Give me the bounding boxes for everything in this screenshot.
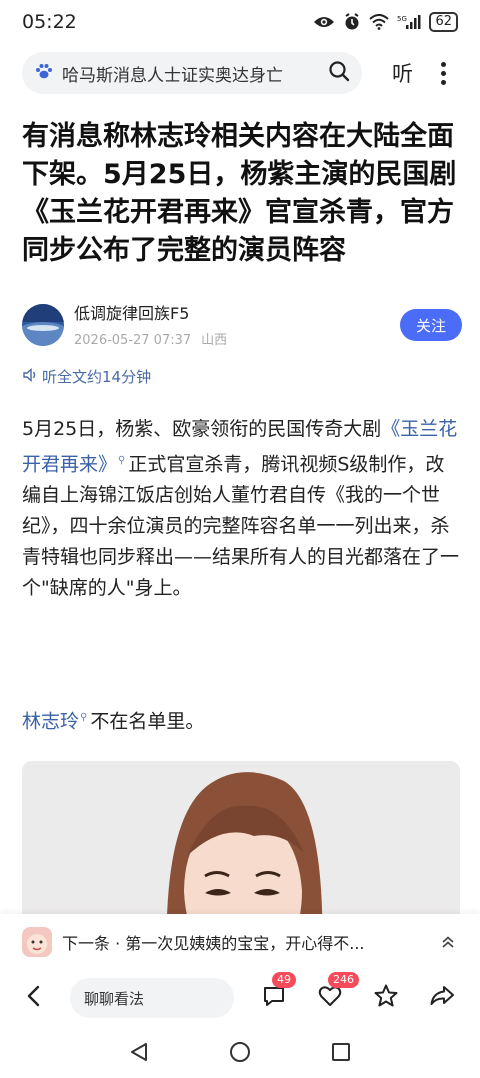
search-box[interactable]: 哈马斯消息人士证实奥达身亡 — [22, 52, 362, 94]
alarm-icon — [343, 13, 361, 31]
publish-date: 2026-05-27 07:37 — [74, 332, 192, 348]
next-thumbnail — [22, 927, 52, 957]
article-paragraph: 5月25日，杨紫、欧豪领衔的民国传奇大剧《玉兰花开君再来》⚲ 正式官宣杀青，腾讯视… — [22, 414, 462, 604]
listen-full-article[interactable]: 听全文约14分钟 — [22, 366, 151, 387]
author-info: 低调旋律回族F5 2026-05-27 07:37 山西 — [74, 303, 400, 348]
favorite-button[interactable] — [370, 982, 402, 1014]
search-icon[interactable]: ⚲ — [118, 455, 125, 466]
avatar[interactable] — [22, 304, 64, 346]
share-button[interactable] — [426, 982, 458, 1014]
comment-count-badge: 49 — [272, 972, 296, 988]
system-nav-bar — [0, 1030, 480, 1078]
para2-text: 不在名单里。 — [90, 710, 205, 733]
person-link[interactable]: 林志玲 — [22, 710, 79, 732]
publish-location: 山西 — [201, 332, 228, 348]
author-meta: 2026-05-27 07:37 山西 — [74, 329, 400, 348]
status-time: 05:22 — [22, 11, 77, 33]
more-dot — [440, 61, 446, 67]
eye-icon — [313, 15, 335, 29]
listen-button[interactable]: 听 — [392, 58, 413, 88]
search-icon[interactable]: ⚲ — [80, 712, 87, 723]
like-button[interactable]: 246 — [314, 972, 359, 1014]
search-icon[interactable] — [328, 60, 350, 86]
article-paragraph: 林志玲⚲ 不在名单里。 — [22, 702, 462, 737]
next-article-title: 下一条 · 第一次见姨姨的宝宝，开心得不... — [62, 934, 365, 953]
more-dot — [440, 79, 446, 85]
back-icon[interactable] — [22, 984, 50, 1012]
star-icon — [373, 983, 399, 1013]
comment-input[interactable]: 聊聊看法 — [70, 978, 234, 1018]
status-bar: 05:22 5G 62 — [0, 0, 480, 44]
bottom-action-bar: 聊聊看法 49 246 — [0, 970, 480, 1026]
battery-indicator: 62 — [429, 12, 458, 32]
more-options-button[interactable] — [439, 61, 447, 85]
svg-text:5G: 5G — [397, 15, 407, 23]
chevron-up-icon[interactable] — [438, 934, 458, 950]
nav-back-icon[interactable] — [128, 1041, 150, 1067]
next-article-bar[interactable]: 下一条 · 第一次见姨姨的宝宝，开心得不... — [0, 914, 480, 970]
author-row: 低调旋律回族F5 2026-05-27 07:37 山西 关注 — [22, 300, 462, 350]
speaker-icon — [22, 367, 42, 387]
status-icons: 5G 62 — [313, 12, 458, 32]
nav-home-icon[interactable] — [228, 1040, 252, 1068]
article-title: 有消息称林志玲相关内容在大陆全面下架。5月25日，杨紫主演的民国剧《玉兰花开君再… — [22, 121, 457, 266]
comment-button[interactable]: 49 — [258, 972, 296, 1014]
nav-recent-icon[interactable] — [330, 1041, 352, 1067]
follow-button[interactable]: 关注 — [400, 309, 462, 341]
para1-text-a: 5月25日，杨紫、欧豪领衔的民国传奇大剧 — [22, 418, 382, 440]
top-bar: 哈马斯消息人士证实奥达身亡 听 — [22, 52, 470, 94]
author-name[interactable]: 低调旋律回族F5 — [74, 303, 400, 325]
paw-icon — [34, 61, 54, 85]
more-dot — [440, 70, 446, 76]
signal-icon: 5G — [397, 14, 421, 30]
listen-full-label: 听全文约14分钟 — [42, 368, 152, 386]
search-query: 哈马斯消息人士证实奥达身亡 — [62, 65, 283, 86]
like-count-badge: 246 — [328, 972, 359, 988]
share-icon — [429, 983, 455, 1013]
wifi-icon — [369, 14, 390, 30]
